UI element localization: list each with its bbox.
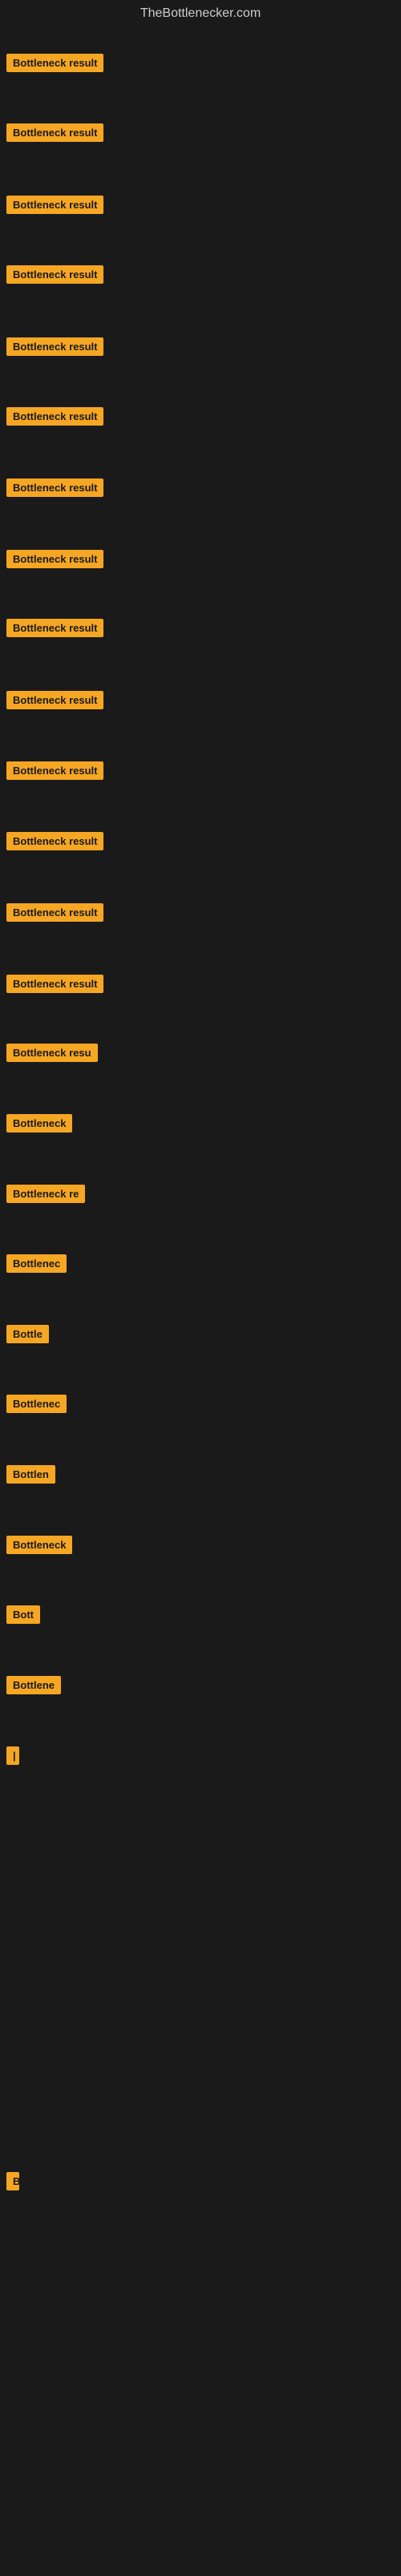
list-item[interactable]: Bottleneck result <box>3 474 107 502</box>
bottleneck-badge: Bottleneck result <box>6 550 103 568</box>
bottleneck-badge: Bottleneck result <box>6 407 103 426</box>
list-item[interactable]: Bottleneck result <box>3 757 107 785</box>
list-item[interactable]: Bottlen <box>3 1460 59 1488</box>
bottleneck-badge: Bottleneck result <box>6 265 103 284</box>
list-item[interactable]: Bottleneck result <box>3 333 107 361</box>
bottleneck-badge: Bottleneck result <box>6 196 103 214</box>
list-item[interactable]: Bottleneck result <box>3 970 107 998</box>
bottleneck-badge: Bottleneck re <box>6 1185 85 1203</box>
bottleneck-badge: Bottlenec <box>6 1254 67 1273</box>
bottleneck-badge: Bottleneck <box>6 1114 72 1133</box>
list-item[interactable]: Bottleneck <box>3 1531 75 1559</box>
list-item[interactable]: Bott <box>3 1601 43 1629</box>
bottleneck-badge: Bottleneck result <box>6 975 103 993</box>
list-item[interactable]: Bottleneck result <box>3 260 107 289</box>
bottleneck-badge: Bottleneck resu <box>6 1044 98 1062</box>
bottleneck-badge: Bottleneck result <box>6 903 103 922</box>
list-item[interactable]: Bottleneck result <box>3 545 107 573</box>
bottleneck-badge: Bottlen <box>6 1465 55 1484</box>
list-item[interactable]: Bottlenec <box>3 1250 70 1278</box>
list-item[interactable]: Bottleneck result <box>3 49 107 77</box>
list-item[interactable]: Bottleneck result <box>3 402 107 430</box>
bottleneck-badge: Bottlenec <box>6 1395 67 1413</box>
bottleneck-badge: Bottleneck result <box>6 337 103 356</box>
list-item[interactable]: Bottlenec <box>3 1390 70 1418</box>
items-container: Bottleneck result Bottleneck result Bottle… <box>0 27 401 2576</box>
list-item[interactable]: Bottleneck result <box>3 119 107 147</box>
list-item[interactable]: B <box>3 2167 22 2195</box>
list-item[interactable]: Bottleneck <box>3 1109 75 1137</box>
list-item[interactable]: Bottleneck result <box>3 686 107 714</box>
site-title-text: TheBottlenecker.com <box>140 6 261 20</box>
site-title: TheBottlenecker.com <box>0 0 401 27</box>
bottleneck-badge: Bottleneck result <box>6 619 103 637</box>
list-item[interactable]: Bottlene <box>3 1671 64 1699</box>
bottleneck-badge: Bottleneck result <box>6 54 103 72</box>
bottleneck-badge: Bottleneck result <box>6 123 103 142</box>
bottleneck-badge: Bottle <box>6 1325 49 1343</box>
list-item[interactable]: Bottleneck result <box>3 827 107 855</box>
list-item[interactable]: Bottleneck result <box>3 898 107 927</box>
bottleneck-badge: | <box>6 1746 19 1765</box>
bottleneck-badge: Bottleneck result <box>6 478 103 497</box>
list-item[interactable]: Bottleneck resu <box>3 1039 101 1067</box>
bottleneck-badge: B <box>6 2172 19 2190</box>
bottleneck-badge: Bottleneck result <box>6 761 103 780</box>
bottleneck-badge: Bottleneck <box>6 1536 72 1554</box>
bottleneck-badge: Bottlene <box>6 1676 61 1694</box>
bottleneck-badge: Bott <box>6 1605 40 1624</box>
list-item[interactable]: | <box>3 1742 22 1770</box>
bottleneck-badge: Bottleneck result <box>6 691 103 709</box>
list-item[interactable]: Bottleneck re <box>3 1180 88 1208</box>
list-item[interactable]: Bottleneck result <box>3 614 107 642</box>
list-item[interactable]: Bottleneck result <box>3 191 107 219</box>
list-item[interactable]: Bottle <box>3 1320 52 1348</box>
bottleneck-badge: Bottleneck result <box>6 832 103 850</box>
